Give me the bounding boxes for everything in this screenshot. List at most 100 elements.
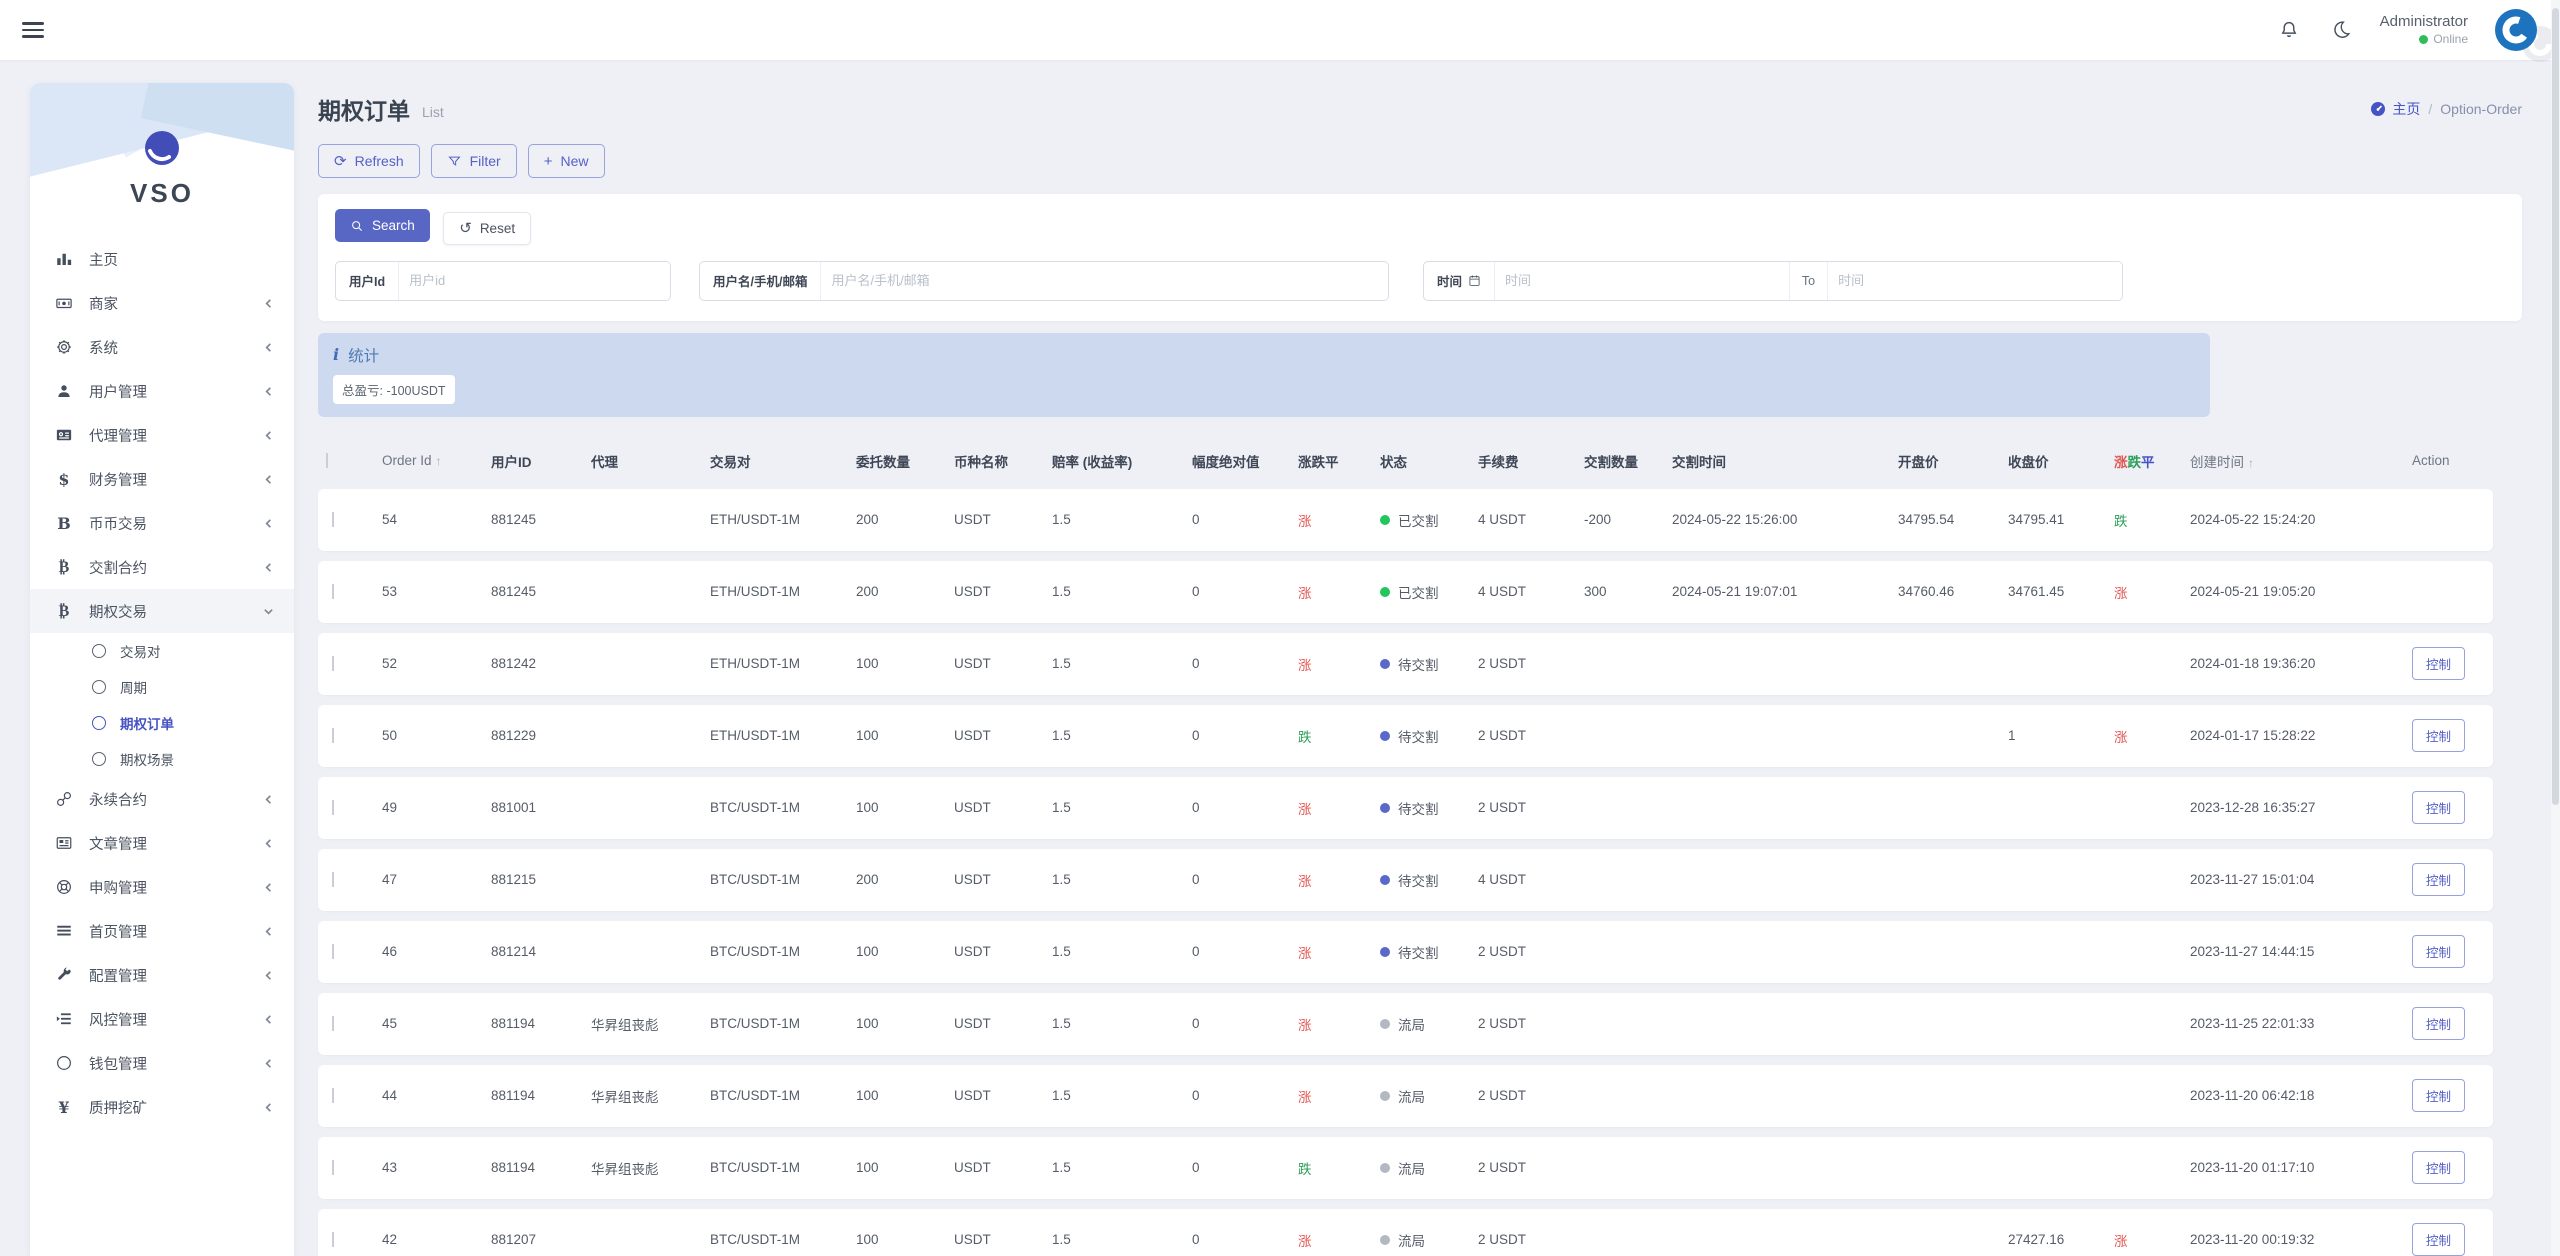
notifications-bell-icon[interactable]	[2276, 17, 2302, 43]
row-checkbox[interactable]	[332, 1016, 334, 1031]
table-row: 54 881245 ETH/USDT-1M 200 USDT 1.5 0 涨 已…	[318, 488, 2493, 551]
row-checkbox[interactable]	[332, 872, 334, 887]
page-title: 期权订单	[318, 98, 410, 124]
row-checkbox[interactable]	[332, 512, 334, 527]
control-button[interactable]: 控制	[2412, 647, 2466, 680]
sidebar-item-home[interactable]: 主页	[30, 237, 294, 281]
time-to-separator: To	[1788, 261, 1827, 300]
header-updown-result: 涨跌平	[2114, 454, 2155, 470]
row-checkbox[interactable]	[332, 1232, 334, 1247]
status-label: 待交割	[1398, 801, 1439, 817]
control-button[interactable]: 控制	[2412, 1151, 2466, 1184]
cell-coin: USDT	[954, 872, 991, 887]
user-input[interactable]	[820, 261, 1388, 300]
sidebar-subitem-period[interactable]: 周期	[30, 669, 294, 705]
sidebar-item-risk-mgmt[interactable]: 风控管理	[30, 997, 294, 1041]
cell-amount: 100	[856, 1016, 879, 1031]
sidebar-item-user-mgmt[interactable]: 用户管理	[30, 369, 294, 413]
cell-order-id: 46	[382, 944, 398, 959]
control-button[interactable]: 控制	[2412, 935, 2466, 968]
filter-button[interactable]: Filter	[430, 144, 517, 178]
sidebar-item-spot-trade[interactable]: B 币币交易	[30, 501, 294, 545]
dollar-icon: $	[58, 469, 70, 489]
cell-odds: 1.5	[1052, 656, 1071, 671]
sidebar-item-agent-mgmt[interactable]: 代理管理	[30, 413, 294, 457]
time-from-input[interactable]	[1494, 261, 1789, 300]
lines-icon	[52, 922, 76, 940]
header-created[interactable]: 创建时间 ↑	[2182, 451, 2404, 471]
sidebar-item-merchant[interactable]: 商家	[30, 281, 294, 325]
cell-updown: 涨	[1298, 1233, 1312, 1249]
row-checkbox[interactable]	[332, 1160, 334, 1175]
cell-order-id: 54	[382, 512, 398, 527]
row-checkbox[interactable]	[332, 656, 334, 671]
sidebar-item-homepage-mgmt[interactable]: 首页管理	[30, 909, 294, 953]
row-checkbox[interactable]	[332, 584, 334, 599]
row-checkbox[interactable]	[332, 728, 334, 743]
table-row: 46 881214 BTC/USDT-1M 100 USDT 1.5 0 涨 待…	[318, 920, 2493, 983]
chevron-left-icon	[263, 1058, 274, 1069]
breadcrumb-current: Option-Order	[2440, 101, 2522, 117]
control-button[interactable]: 控制	[2412, 719, 2466, 752]
select-all-checkbox[interactable]	[326, 453, 328, 468]
refresh-button[interactable]: ⟳ Refresh	[318, 144, 420, 178]
sidebar-item-label: 配置管理	[89, 968, 147, 985]
sidebar-subitem-trading-pair[interactable]: 交易对	[30, 633, 294, 669]
breadcrumb-home-link[interactable]: 主页	[2370, 99, 2420, 119]
user-avatar[interactable]	[2494, 8, 2538, 52]
header-updown: 涨跌平	[1298, 454, 1339, 470]
row-checkbox[interactable]	[332, 1088, 334, 1103]
row-checkbox[interactable]	[332, 944, 334, 959]
cell-order-id: 52	[382, 656, 398, 671]
bitcoin-icon: ₿	[58, 557, 70, 576]
cell-coin: USDT	[954, 512, 991, 527]
time-field-label: 时间	[1424, 262, 1494, 300]
cell-status: 已交割	[1372, 510, 1470, 530]
header-order-id[interactable]: Order Id ↑	[374, 453, 483, 468]
cell-amount: 200	[856, 584, 879, 599]
cell-user-id: 881194	[491, 1016, 536, 1031]
row-checkbox[interactable]	[332, 800, 334, 815]
sidebar-item-config-mgmt[interactable]: 配置管理	[30, 953, 294, 997]
sidebar-item-wallet-mgmt[interactable]: 钱包管理	[30, 1041, 294, 1085]
sidebar-item-finance-mgmt[interactable]: $ 财务管理	[30, 457, 294, 501]
control-button[interactable]: 控制	[2412, 791, 2466, 824]
page-scrollbar-thumb[interactable]	[2552, 8, 2559, 805]
sidebar-subitem-option-scene[interactable]: 期权场景	[30, 741, 294, 777]
vso-logo-icon	[145, 131, 179, 165]
control-button[interactable]: 控制	[2412, 1223, 2466, 1256]
sidebar-item-perpetual-contract[interactable]: 永续合约	[30, 777, 294, 821]
dark-mode-moon-icon[interactable]	[2328, 17, 2354, 43]
reset-button[interactable]: ↺ Reset	[443, 211, 532, 245]
cell-updown: 涨	[1298, 801, 1312, 817]
cell-pair: ETH/USDT-1M	[710, 584, 801, 599]
status-label: 流局	[1398, 1161, 1425, 1177]
sidebar-item-option-trade[interactable]: ₿ 期权交易	[30, 589, 294, 633]
time-to-input[interactable]	[1827, 261, 2122, 300]
cell-status: 流局	[1372, 1086, 1470, 1106]
main-content: 期权订单 List 主页 / Option-Order ⟳ Refresh Fi…	[318, 60, 2522, 1256]
sidebar-item-delivery-contract[interactable]: ₿ 交割合约	[30, 545, 294, 589]
breadcrumb-separator: /	[2428, 101, 2433, 117]
new-button[interactable]: + New	[527, 144, 605, 178]
cell-user-id: 881215	[491, 872, 537, 887]
cell-odds: 1.5	[1052, 1160, 1071, 1175]
control-button[interactable]: 控制	[2412, 1007, 2466, 1040]
header-fee: 手续费	[1478, 454, 1519, 470]
sidebar-item-staking-mining[interactable]: ¥ 质押挖矿	[30, 1085, 294, 1129]
sidebar-subitem-option-order[interactable]: 期权订单	[30, 705, 294, 741]
chevron-left-icon	[263, 474, 274, 485]
user-block: Administrator Online	[2380, 13, 2468, 47]
table-header-row: Order Id ↑ 用户ID 代理 交易对 委托数量 币种名称 赔率 (收益率)…	[318, 443, 2493, 479]
search-button[interactable]: Search	[335, 209, 430, 242]
cell-agent: 华昇组丧彪	[591, 1089, 659, 1105]
sidebar-item-subscription-mgmt[interactable]: 申购管理	[30, 865, 294, 909]
control-button[interactable]: 控制	[2412, 863, 2466, 896]
hamburger-menu-icon[interactable]	[22, 22, 44, 38]
sidebar-item-article-mgmt[interactable]: 文章管理	[30, 821, 294, 865]
sidebar-item-system[interactable]: 系统	[30, 325, 294, 369]
user-id-input[interactable]	[398, 261, 670, 300]
cell-user-id: 881214	[491, 944, 537, 959]
control-button[interactable]: 控制	[2412, 1079, 2466, 1112]
cell-coin: USDT	[954, 1160, 991, 1175]
